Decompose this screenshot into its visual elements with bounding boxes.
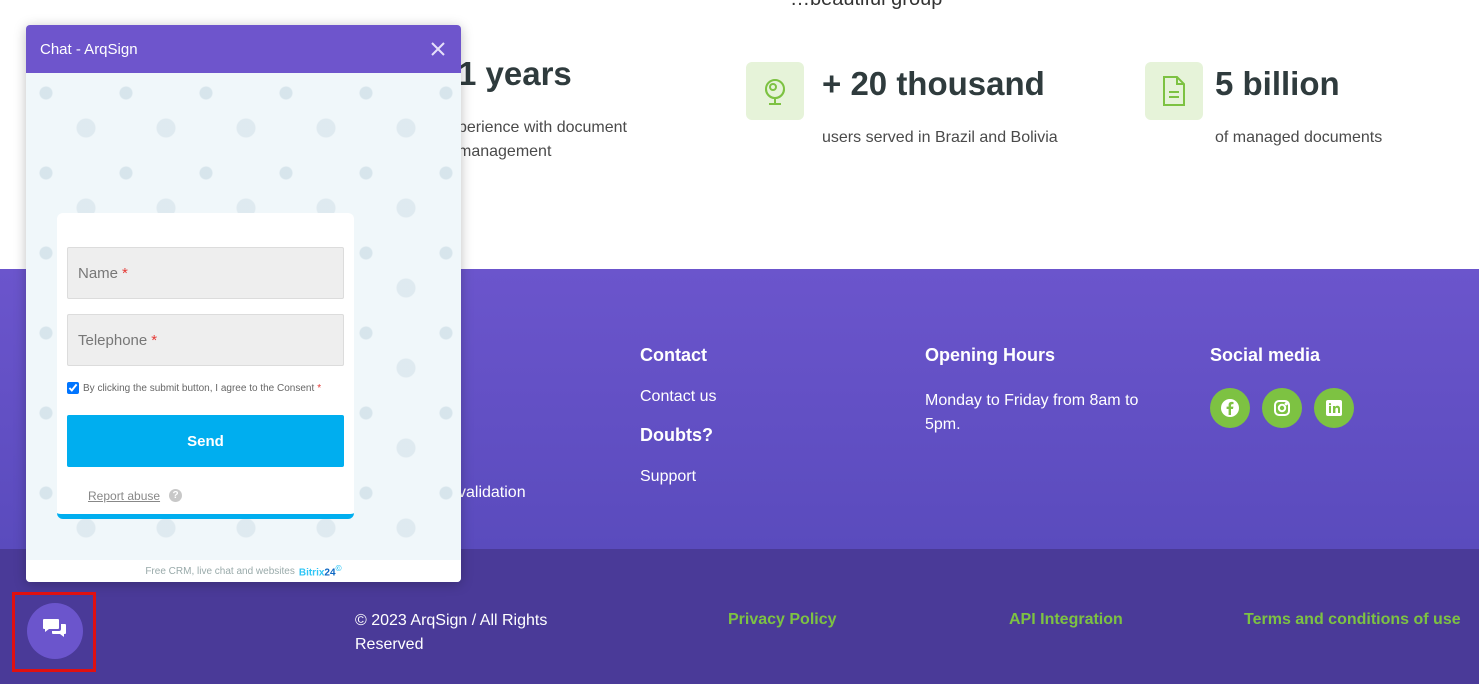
consent-checkbox[interactable]	[67, 382, 79, 394]
chat-widget: Chat - ArqSign Name * Telephone * By cli…	[26, 25, 461, 582]
required-mark: *	[122, 264, 128, 282]
chat-title: Chat - ArqSign	[40, 40, 138, 58]
globe-icon	[746, 62, 804, 120]
validation-link[interactable]: validation	[458, 481, 526, 505]
name-field[interactable]: Name *	[67, 247, 344, 299]
send-button[interactable]: Send	[67, 415, 344, 467]
instagram-icon[interactable]	[1262, 388, 1302, 428]
social-media-heading: Social media	[1210, 345, 1321, 365]
required-mark: *	[317, 382, 322, 394]
stat-users-desc: users served in Brazil and Bolivia	[822, 129, 1058, 146]
stat-years-desc: perience with document management	[458, 119, 627, 160]
chat-footer-text: Free CRM, live chat and websites	[145, 565, 295, 577]
chat-launcher-button[interactable]	[27, 603, 83, 659]
facebook-icon[interactable]	[1210, 388, 1250, 428]
close-icon[interactable]	[429, 40, 447, 58]
report-abuse-link[interactable]: Report abuse	[88, 489, 160, 503]
stat-users-title: + 20 thousand	[822, 65, 1045, 102]
telephone-placeholder: Telephone	[78, 331, 148, 349]
privacy-policy-link[interactable]: Privacy Policy	[728, 611, 837, 629]
chat-body: Name * Telephone * By clicking the submi…	[26, 73, 461, 560]
doubts-heading: Doubts?	[640, 425, 713, 445]
bitrix24-logo: Bitrix24©	[298, 563, 342, 579]
chat-header: Chat - ArqSign	[26, 25, 461, 73]
support-link[interactable]: Support	[640, 465, 696, 489]
opening-hours-heading: Opening Hours	[925, 345, 1055, 365]
contact-form: Name * Telephone * By clicking the submi…	[57, 213, 354, 519]
chat-launcher-highlight	[12, 592, 96, 672]
contact-heading: Contact	[640, 345, 707, 365]
stat-years-title: 1 years	[458, 55, 572, 92]
contact-us-link[interactable]: Contact us	[640, 385, 716, 409]
chat-bubbles-icon	[42, 617, 68, 646]
document-icon	[1145, 62, 1203, 120]
required-mark: *	[151, 331, 158, 349]
telephone-field[interactable]: Telephone *	[67, 314, 344, 366]
stat-docs-desc: of managed documents	[1215, 129, 1383, 146]
linkedin-icon[interactable]	[1314, 388, 1354, 428]
stat-docs-title: 5 billion	[1215, 65, 1340, 102]
consent-row: By clicking the submit button, I agree t…	[67, 382, 321, 394]
copyright-text: © 2023 ArqSign / All Rights Reserved	[355, 612, 548, 653]
opening-hours-text: Monday to Friday from 8am to 5pm.	[925, 392, 1139, 433]
chat-footer[interactable]: Free CRM, live chat and websites Bitrix2…	[26, 560, 461, 582]
terms-link[interactable]: Terms and conditions of use	[1244, 611, 1461, 629]
consent-text: By clicking the submit button, I agree t…	[83, 382, 315, 394]
section-heading: …beautiful group	[790, 0, 942, 11]
api-integration-link[interactable]: API Integration	[1009, 611, 1123, 629]
name-placeholder: Name	[78, 264, 119, 282]
help-icon[interactable]: ?	[169, 489, 182, 502]
